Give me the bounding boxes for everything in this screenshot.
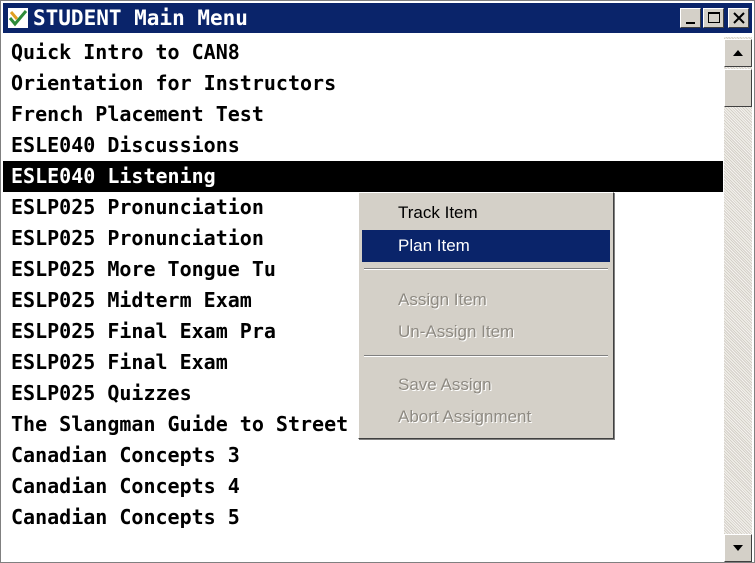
app-check-icon [7,7,29,29]
close-icon [733,12,745,24]
minimize-button[interactable] [680,8,701,28]
arrow-up-icon [733,50,743,56]
vertical-scrollbar[interactable] [724,37,752,562]
window-title: STUDENT Main Menu [33,6,248,30]
menu-item-save-assign: Save Assign [398,375,492,394]
menu-item-plan-item[interactable]: Plan Item [362,230,610,262]
minimize-icon [686,22,695,24]
menu-item-assign-item: Assign Item [398,290,487,309]
list-item[interactable]: Canadian Concepts 4 [3,471,723,502]
arrow-down-icon [733,545,743,551]
list-item[interactable]: ESLE040 Discussions [3,130,723,161]
list-item[interactable]: Canadian Concepts 5 [3,502,723,533]
scroll-thumb[interactable] [724,69,752,107]
student-main-menu-window: STUDENT Main Menu Quick Intro to CAN8 Or… [0,0,755,563]
list-item[interactable]: Canadian Concepts 3 [3,440,723,471]
close-button[interactable] [728,8,749,28]
menu-separator [364,268,608,270]
scroll-down-button[interactable] [724,534,752,562]
list-item[interactable]: French Placement Test [3,99,723,130]
context-menu: Track Item Plan Item Assign Item Un-Assi… [358,192,614,439]
menu-item-abort-assignment: Abort Assignment [398,407,532,426]
menu-item-track-item[interactable]: Track Item [362,197,610,229]
scroll-up-button[interactable] [724,39,752,67]
maximize-icon [708,12,720,23]
list-item[interactable]: Quick Intro to CAN8 [3,37,723,68]
title-bar[interactable]: STUDENT Main Menu [3,3,752,33]
menu-item-unassign-item: Un-Assign Item [398,322,515,341]
menu-separator [364,355,608,357]
maximize-button[interactable] [703,8,724,28]
list-item[interactable]: Orientation for Instructors [3,68,723,99]
list-item[interactable]: ESLE040 Listening [3,161,723,192]
